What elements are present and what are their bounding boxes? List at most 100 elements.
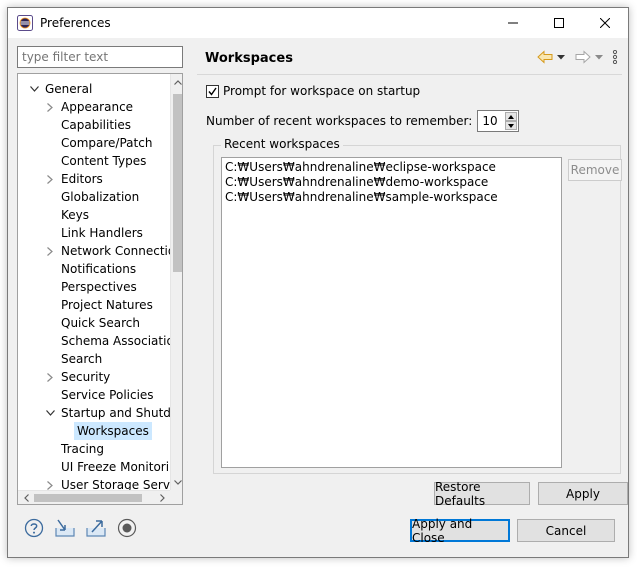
recent-count-label: Number of recent workspaces to remember: xyxy=(206,114,473,128)
apply-button[interactable]: Apply xyxy=(538,482,628,505)
tree-rows: General Appearance Capabilities Compare/Pat… xyxy=(18,74,170,490)
list-item[interactable]: C:₩Users₩ahndrenaline₩sample-workspace xyxy=(225,190,558,205)
recent-workspaces-list[interactable]: C:₩Users₩ahndrenaline₩eclipse-workspace C… xyxy=(221,157,562,468)
tree-item[interactable]: General xyxy=(18,80,170,98)
chevron-right-icon[interactable] xyxy=(44,98,56,116)
tree-item[interactable]: UI Freeze Monitoring xyxy=(18,458,170,476)
chevron-right-icon[interactable] xyxy=(44,170,56,188)
maximize-button[interactable] xyxy=(536,8,582,38)
tree-item-label[interactable]: Service Policies xyxy=(61,386,154,404)
scroll-up-arrow-icon[interactable] xyxy=(171,75,182,89)
tree-item[interactable]: Appearance xyxy=(18,98,170,116)
back-dropdown-icon[interactable] xyxy=(557,54,565,60)
export-icon[interactable] xyxy=(85,517,107,539)
list-item[interactable]: C:₩Users₩ahndrenaline₩eclipse-workspace xyxy=(225,160,558,175)
chevron-right-icon[interactable] xyxy=(44,476,56,490)
page-header: Workspaces xyxy=(197,44,622,74)
view-menu-icon[interactable] xyxy=(612,50,618,64)
chevron-down-icon[interactable] xyxy=(44,404,56,422)
tree-item[interactable]: Link Handlers xyxy=(18,224,170,242)
cancel-button[interactable]: Cancel xyxy=(517,519,615,542)
forward-arrow-icon[interactable] xyxy=(575,50,591,64)
tree-item[interactable]: User Storage Service xyxy=(18,476,170,490)
tree-item-label[interactable]: Notifications xyxy=(61,260,136,278)
tree-item[interactable]: Quick Search xyxy=(18,314,170,332)
tree-item-label[interactable]: Workspaces xyxy=(74,422,152,440)
tree-item[interactable]: Globalization xyxy=(18,188,170,206)
tree-item[interactable]: Keys xyxy=(18,206,170,224)
remove-button[interactable]: Remove xyxy=(568,159,622,181)
back-arrow-icon[interactable] xyxy=(537,50,553,64)
tree-item-label[interactable]: Network Connection xyxy=(61,242,170,260)
scroll-down-arrow-icon[interactable] xyxy=(171,475,182,489)
scroll-right-arrow-icon[interactable] xyxy=(155,491,169,504)
apply-and-close-button[interactable]: Apply and Close xyxy=(410,517,510,545)
tree-item[interactable]: Capabilities xyxy=(18,116,170,134)
record-icon[interactable] xyxy=(116,517,138,539)
tree-item-label[interactable]: Tracing xyxy=(61,440,104,458)
tree-item-label[interactable]: Startup and Shutdown xyxy=(61,404,170,422)
tree-item[interactable]: Search xyxy=(18,350,170,368)
tree-vertical-scrollbar[interactable] xyxy=(170,74,182,490)
list-item[interactable]: C:₩Users₩ahndrenaline₩demo-workspace xyxy=(225,175,558,190)
spinner-up-button[interactable] xyxy=(505,112,518,121)
page-title: Workspaces xyxy=(205,51,293,66)
tree-item-label[interactable]: Search xyxy=(61,350,102,368)
tree-item[interactable]: Service Policies xyxy=(18,386,170,404)
tree-horizontal-scroll-thumb[interactable] xyxy=(34,494,142,502)
tree-item-label[interactable]: Quick Search xyxy=(61,314,140,332)
recent-count-spinner[interactable]: 10 xyxy=(477,110,520,132)
tree-item-label[interactable]: Capabilities xyxy=(61,116,131,134)
minimize-button[interactable] xyxy=(490,8,536,38)
tree-item[interactable]: Security xyxy=(18,368,170,386)
import-icon[interactable] xyxy=(54,517,76,539)
tree-item[interactable]: Network Connection xyxy=(18,242,170,260)
tree-item[interactable]: Startup and Shutdown xyxy=(18,404,170,422)
tree-item[interactable]: Tracing xyxy=(18,440,170,458)
prompt-workspace-row[interactable]: Prompt for workspace on startup xyxy=(206,84,420,98)
filter-input[interactable] xyxy=(17,46,183,68)
tree-item-label[interactable]: Project Natures xyxy=(61,296,153,314)
tree-item-label[interactable]: User Storage Service xyxy=(61,476,170,490)
tree-item[interactable]: Project Natures xyxy=(18,296,170,314)
tree-item[interactable]: Content Types xyxy=(18,152,170,170)
tree-item-label[interactable]: Perspectives xyxy=(61,278,137,296)
workspaces-page: Prompt for workspace on startup Number o… xyxy=(197,74,628,508)
panel-sash[interactable] xyxy=(188,42,192,504)
help-icon[interactable] xyxy=(23,517,45,539)
close-button[interactable] xyxy=(582,8,628,38)
tree-item-label[interactable]: General xyxy=(45,80,92,98)
prompt-workspace-label[interactable]: Prompt for workspace on startup xyxy=(223,84,420,98)
tree-vertical-scroll-thumb[interactable] xyxy=(173,94,182,272)
tree-item-label[interactable]: Keys xyxy=(61,206,89,224)
page-navigation xyxy=(537,50,618,64)
scroll-left-arrow-icon[interactable] xyxy=(19,491,33,504)
spinner-down-button[interactable] xyxy=(505,121,518,130)
chevron-down-icon[interactable] xyxy=(28,80,40,98)
tree-item-label[interactable]: Content Types xyxy=(61,152,146,170)
tree-item-label[interactable]: Security xyxy=(61,368,110,386)
tree-item-label[interactable]: Schema Associations xyxy=(61,332,170,350)
tree-item[interactable]: Editors xyxy=(18,170,170,188)
tree-item-label[interactable]: UI Freeze Monitoring xyxy=(61,458,170,476)
tree-item[interactable]: Workspaces xyxy=(18,422,170,440)
recent-workspaces-group-label: Recent workspaces xyxy=(221,137,343,151)
spin-up-icon xyxy=(508,114,515,119)
tree-item-label[interactable]: Appearance xyxy=(61,98,133,116)
tree-item-label[interactable]: Editors xyxy=(61,170,103,188)
tree-item-label[interactable]: Compare/Patch xyxy=(61,134,152,152)
tree-horizontal-scrollbar[interactable] xyxy=(18,490,170,504)
tree-item[interactable]: Perspectives xyxy=(18,278,170,296)
eclipse-icon xyxy=(17,15,33,31)
tree-item[interactable]: Compare/Patch xyxy=(18,134,170,152)
restore-defaults-button[interactable]: Restore Defaults xyxy=(434,480,530,508)
chevron-right-icon[interactable] xyxy=(44,368,56,386)
recent-count-value[interactable]: 10 xyxy=(482,114,497,128)
tree-item[interactable]: Notifications xyxy=(18,260,170,278)
tree-item-label[interactable]: Link Handlers xyxy=(61,224,143,242)
forward-dropdown-icon[interactable] xyxy=(595,54,603,60)
chevron-right-icon[interactable] xyxy=(44,242,56,260)
tree-item-label[interactable]: Globalization xyxy=(61,188,139,206)
tree-item[interactable]: Schema Associations xyxy=(18,332,170,350)
prompt-workspace-checkbox[interactable] xyxy=(206,84,219,98)
